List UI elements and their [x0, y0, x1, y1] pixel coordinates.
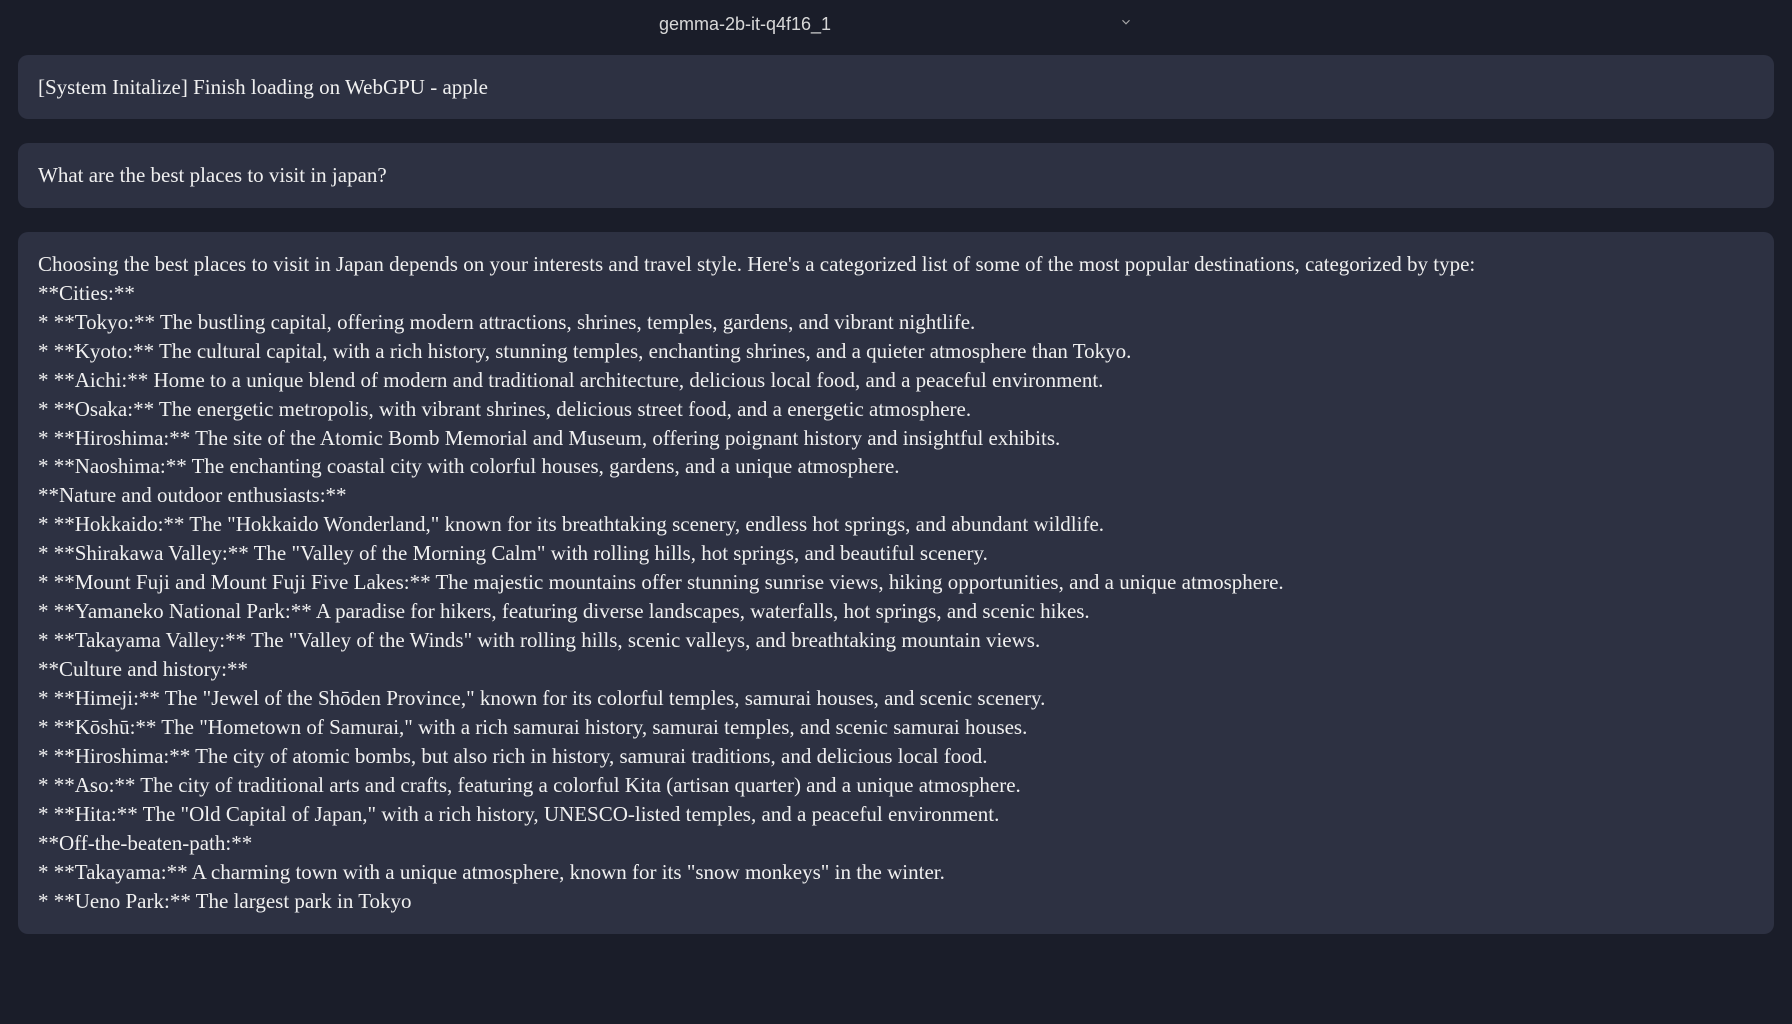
response-message-text: Choosing the best places to visit in Jap…	[38, 252, 1475, 913]
user-message-text: What are the best places to visit in jap…	[38, 163, 387, 187]
user-message: What are the best places to visit in jap…	[18, 143, 1774, 207]
system-message-text: [System Initalize] Finish loading on Web…	[38, 75, 488, 99]
message-container: [System Initalize] Finish loading on Web…	[0, 55, 1792, 934]
chevron-down-icon	[1119, 15, 1133, 34]
response-message: Choosing the best places to visit in Jap…	[18, 232, 1774, 934]
system-message: [System Initalize] Finish loading on Web…	[18, 55, 1774, 119]
model-name-label: gemma-2b-it-q4f16_1	[659, 14, 831, 35]
model-selector[interactable]: gemma-2b-it-q4f16_1	[0, 0, 1792, 49]
